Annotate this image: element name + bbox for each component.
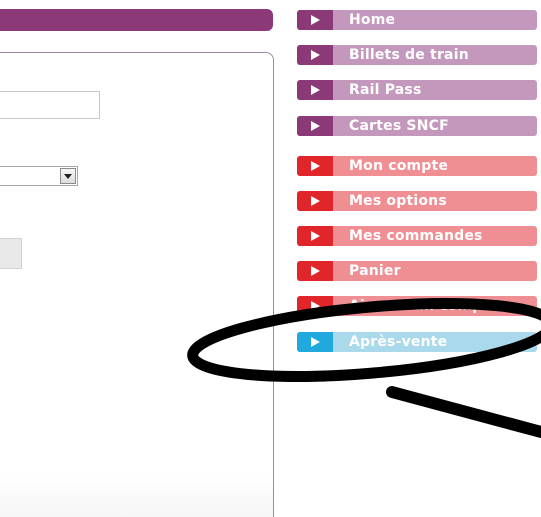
menu-item-label: Après-vente: [349, 334, 448, 350]
play-arrow-icon: [297, 332, 333, 352]
page: Home Billets de train Rail Pass Cartes S…: [0, 0, 541, 517]
menu-item-billets-de-train[interactable]: Billets de train: [297, 45, 537, 65]
menu-item-label: Mon compte: [349, 158, 449, 174]
menu-item-mes-options[interactable]: Mes options: [297, 191, 537, 211]
play-arrow-icon: [297, 10, 333, 30]
menu-item-label: Billets de train: [349, 47, 469, 63]
menu-item-label: Rail Pass: [349, 82, 422, 98]
menu-item-rail-pass[interactable]: Rail Pass: [297, 80, 537, 100]
header-bar: [0, 9, 273, 31]
play-arrow-icon: [297, 80, 333, 100]
menu-item-label: Panier: [349, 263, 401, 279]
annotation-pointer-line: [386, 386, 541, 438]
menu-item-mes-commandes[interactable]: Mes commandes: [297, 226, 537, 246]
select-dropdown[interactable]: [0, 166, 78, 186]
menu-item-mon-compte[interactable]: Mon compte: [297, 156, 537, 176]
menu-item-panier[interactable]: Panier: [297, 261, 537, 281]
play-arrow-icon: [297, 116, 333, 136]
text-input[interactable]: [0, 91, 100, 119]
submit-button[interactable]: [0, 238, 22, 269]
menu-item-cartes-sncf[interactable]: Cartes SNCF: [297, 116, 537, 136]
play-arrow-icon: [297, 156, 333, 176]
play-arrow-icon: [297, 45, 333, 65]
menu-item-label: Home: [349, 12, 396, 28]
menu-item-home[interactable]: Home: [297, 10, 537, 30]
menu-item-apres-vente[interactable]: Après-vente: [297, 332, 537, 352]
menu-item-label: Mes options: [349, 193, 447, 209]
play-arrow-icon: [297, 261, 333, 281]
chevron-down-icon[interactable]: [60, 168, 76, 184]
menu-item-label: Mes commandes: [349, 228, 483, 244]
play-arrow-icon: [297, 226, 333, 246]
menu-item-label: Ajouter un compte: [349, 298, 500, 314]
menu-item-ajouter-un-compte[interactable]: Ajouter un compte: [297, 296, 537, 316]
form-panel: [0, 52, 274, 517]
menu-item-label: Cartes SNCF: [349, 118, 449, 134]
play-arrow-icon: [297, 296, 333, 316]
play-arrow-icon: [297, 191, 333, 211]
